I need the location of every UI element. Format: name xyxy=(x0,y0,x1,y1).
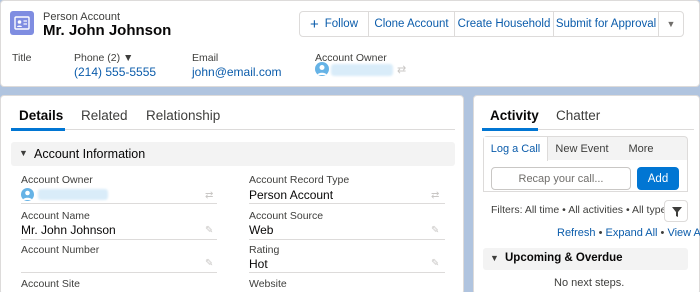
publisher-tabs: Log a Call New Event More xyxy=(483,136,688,161)
recap-call-input[interactable]: Recap your call... xyxy=(491,167,631,190)
phone-label[interactable]: Phone (2) ▼ xyxy=(74,52,133,64)
change-record-type-icon[interactable]: ⇄ xyxy=(431,190,439,201)
email-link[interactable]: john@email.com xyxy=(192,65,282,79)
tab-more[interactable]: More xyxy=(616,137,666,161)
tab-activity[interactable]: Activity xyxy=(490,108,539,123)
plus-icon: + xyxy=(310,15,319,33)
filters-text: Filters: All time • All activities • All… xyxy=(491,204,672,216)
follow-button[interactable]: + Follow xyxy=(299,11,369,37)
create-household-button[interactable]: Create Household xyxy=(454,11,554,37)
owner-name-redacted[interactable] xyxy=(331,64,393,76)
divider xyxy=(21,203,217,204)
divider xyxy=(21,239,217,240)
pencil-icon[interactable]: ✎ xyxy=(431,225,439,236)
chevron-down-icon: ▼ xyxy=(490,253,499,263)
account-site-label: Account Site xyxy=(21,278,80,290)
tab-chatter[interactable]: Chatter xyxy=(556,108,600,123)
account-number-label: Account Number xyxy=(21,244,100,256)
chevron-down-icon: ▼ xyxy=(19,148,28,158)
divider xyxy=(249,272,445,273)
pencil-icon[interactable]: ✎ xyxy=(431,258,439,269)
account-source-value: Web xyxy=(249,223,274,237)
title-label: Title xyxy=(12,52,32,64)
tab-new-event[interactable]: New Event xyxy=(548,137,616,161)
email-label: Email xyxy=(192,52,219,64)
rating-value: Hot xyxy=(249,257,268,271)
activity-links: Refresh • Expand All • View All xyxy=(557,227,700,239)
avatar[interactable] xyxy=(315,62,329,76)
tab-related[interactable]: Related xyxy=(81,108,128,123)
activity-panel: Activity Chatter Log a Call New Event Mo… xyxy=(473,95,700,292)
section-upcoming-overdue[interactable]: ▼ Upcoming & Overdue xyxy=(483,248,688,270)
owner-name-redacted[interactable] xyxy=(38,189,108,200)
clone-account-button[interactable]: Clone Account xyxy=(368,11,455,37)
account-owner-label: Account Owner xyxy=(21,174,93,186)
change-owner-icon[interactable]: ⇄ xyxy=(205,190,213,201)
change-owner-icon[interactable]: ⇄ xyxy=(397,63,406,76)
divider xyxy=(249,203,445,204)
website-label: Website xyxy=(249,278,287,290)
record-name: Mr. John Johnson xyxy=(43,22,172,39)
pencil-icon[interactable]: ✎ xyxy=(205,225,213,236)
filter-button[interactable] xyxy=(664,200,688,222)
tab-log-a-call[interactable]: Log a Call xyxy=(484,137,548,161)
view-all-link[interactable]: View All xyxy=(667,227,700,239)
add-button[interactable]: Add xyxy=(637,167,679,190)
account-name-value: Mr. John Johnson xyxy=(21,223,116,237)
refresh-link[interactable]: Refresh xyxy=(557,227,596,239)
header-actions: + Follow Clone Account Create Household … xyxy=(299,11,684,37)
rating-label: Rating xyxy=(249,244,280,256)
section-account-information[interactable]: ▼ Account Information xyxy=(11,142,455,166)
divider xyxy=(249,239,445,240)
active-tab-indicator xyxy=(482,128,538,131)
record-type-label: Account Record Type xyxy=(249,174,350,186)
active-tab-indicator xyxy=(11,128,65,131)
chevron-down-icon: ▼ xyxy=(666,19,676,29)
section-title: Upcoming & Overdue xyxy=(505,252,623,264)
no-next-steps-text: No next steps. xyxy=(554,277,625,289)
more-actions-button[interactable]: ▼ xyxy=(658,11,684,37)
divider xyxy=(21,272,217,273)
details-tabs: Details Related Relationship xyxy=(11,106,455,131)
pencil-icon[interactable]: ✎ xyxy=(205,258,213,269)
phone-link[interactable]: (214) 555-5555 xyxy=(74,65,156,79)
avatar[interactable] xyxy=(21,188,34,201)
filter-icon xyxy=(672,207,682,217)
record-type-value: Person Account xyxy=(249,188,334,202)
activity-tabs: Activity Chatter xyxy=(482,106,694,131)
submit-for-approval-button[interactable]: Submit for Approval xyxy=(553,11,659,37)
expand-all-link[interactable]: Expand All xyxy=(606,227,658,239)
record-header: Person Account Mr. John Johnson + Follow… xyxy=(0,0,700,87)
account-name-label: Account Name xyxy=(21,210,90,222)
section-title: Account Information xyxy=(34,147,146,161)
account-source-label: Account Source xyxy=(249,210,324,222)
person-account-icon xyxy=(10,11,34,35)
tab-relationship[interactable]: Relationship xyxy=(146,108,220,123)
tab-details[interactable]: Details xyxy=(19,108,63,123)
